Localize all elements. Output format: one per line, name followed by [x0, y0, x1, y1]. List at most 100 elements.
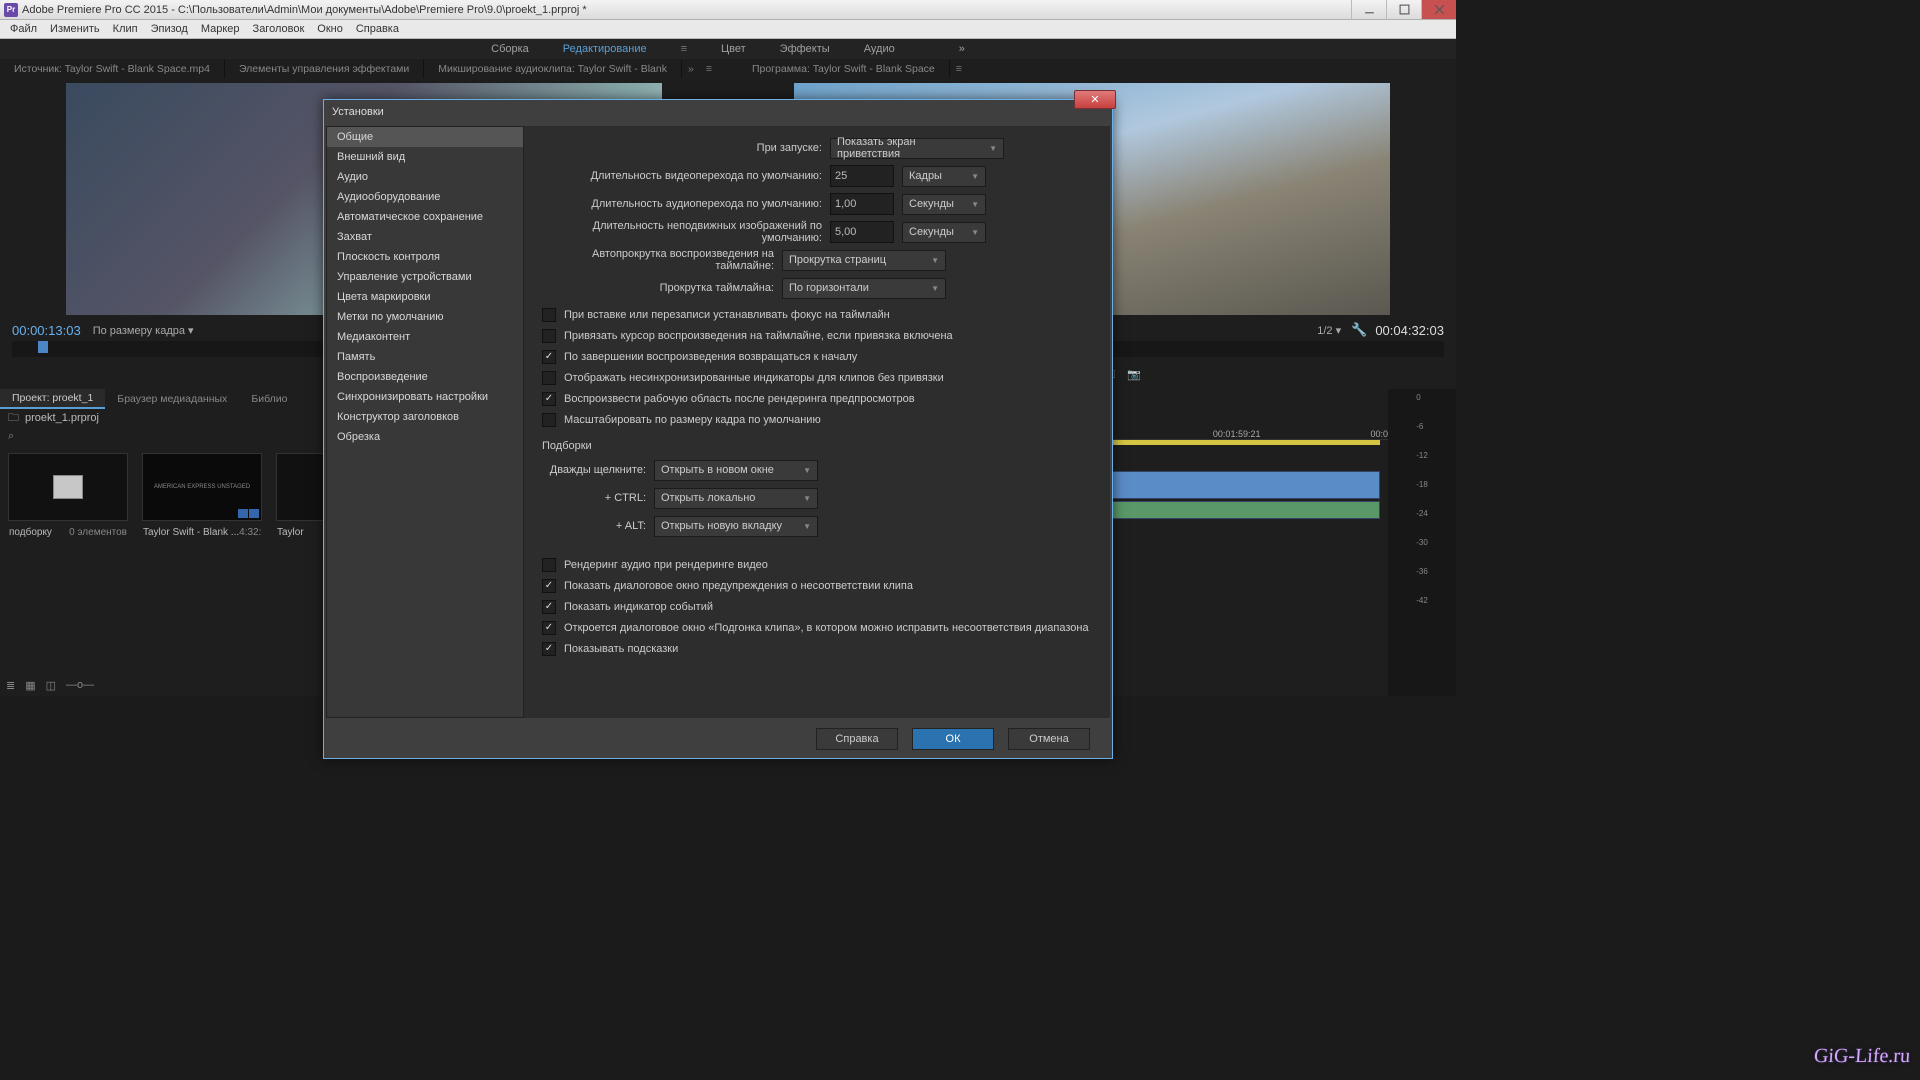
prefs-category[interactable]: Воспроизведение: [327, 367, 523, 387]
panel-menu-icon[interactable]: ≡: [956, 63, 962, 75]
video-transition-label: Длительность видеоперехода по умолчанию:: [542, 170, 830, 182]
bin-icon: 🗀: [8, 409, 19, 428]
checkbox[interactable]: [542, 308, 556, 322]
project-item[interactable]: подборку0 элементов: [8, 453, 128, 666]
checkbox[interactable]: [542, 642, 556, 656]
search-icon[interactable]: ⌕: [8, 430, 14, 443]
prefs-category[interactable]: Автоматическое сохранение: [327, 207, 523, 227]
prefs-category[interactable]: Память: [327, 347, 523, 367]
workspace-Аудио[interactable]: Аудио: [864, 43, 895, 55]
meter-tick: -6: [1416, 422, 1428, 431]
audio-transition-unit-select[interactable]: Секунды▼: [902, 194, 986, 215]
checkbox[interactable]: [542, 413, 556, 427]
ok-button[interactable]: ОК: [912, 728, 994, 750]
workspace-Сборка[interactable]: Сборка: [491, 43, 529, 55]
bins-doubleclick-select[interactable]: Открыть в новом окне▼: [654, 460, 818, 481]
checkbox[interactable]: [542, 329, 556, 343]
project-tab[interactable]: Проект: proekt_1: [0, 389, 105, 409]
cancel-button[interactable]: Отмена: [1008, 728, 1090, 750]
workspace-menu-icon[interactable]: ≡: [681, 43, 687, 55]
prefs-category[interactable]: Синхронизировать настройки: [327, 387, 523, 407]
wrench-icon[interactable]: 🔧: [1351, 322, 1367, 338]
autoscroll-label: Автопрокрутка воспроизведения на таймлай…: [542, 248, 782, 272]
freeform-view-icon[interactable]: ◫: [46, 679, 56, 692]
video-transition-input[interactable]: [830, 165, 894, 187]
playhead-icon[interactable]: [38, 341, 48, 353]
menu-Файл[interactable]: Файл: [5, 23, 42, 35]
app-icon: Pr: [4, 3, 18, 17]
at-launch-select[interactable]: Показать экран приветствия▼: [830, 138, 1004, 159]
prefs-category[interactable]: Управление устройствами: [327, 267, 523, 287]
project-tab[interactable]: Браузер медиаданных: [105, 390, 239, 408]
prefs-category[interactable]: Конструктор заголовков: [327, 407, 523, 427]
timeline-scroll-select[interactable]: По горизонтали▼: [782, 278, 946, 299]
minimize-button[interactable]: [1351, 0, 1386, 19]
menu-Маркер[interactable]: Маркер: [196, 23, 245, 35]
project-tab[interactable]: Библио: [239, 390, 299, 408]
checkbox-label: При вставке или перезаписи устанавливать…: [564, 309, 890, 321]
audio-clip[interactable]: [1093, 501, 1380, 519]
prefs-category[interactable]: Медиаконтент: [327, 327, 523, 347]
dialog-close-button[interactable]: ✕: [1074, 90, 1116, 109]
checkbox[interactable]: [542, 350, 556, 364]
audio-transition-input[interactable]: [830, 193, 894, 215]
icon-view-icon[interactable]: ▦: [25, 679, 35, 692]
checkbox[interactable]: [542, 371, 556, 385]
dialog-content: При запуске: Показать экран приветствия▼…: [524, 126, 1110, 718]
at-launch-label: При запуске:: [542, 142, 830, 154]
workspace-Эффекты[interactable]: Эффекты: [780, 43, 830, 55]
meter-tick: -24: [1416, 509, 1428, 518]
list-view-icon[interactable]: ≣: [6, 679, 15, 692]
workspace-Цвет[interactable]: Цвет: [721, 43, 746, 55]
prefs-category[interactable]: Аудио: [327, 167, 523, 187]
checkbox-label: Откроется диалоговое окно «Подгонка клип…: [564, 622, 1089, 634]
prefs-category[interactable]: Метки по умолчанию: [327, 307, 523, 327]
prefs-category[interactable]: Захват: [327, 227, 523, 247]
menu-Эпизод[interactable]: Эпизод: [146, 23, 193, 35]
meter-tick: -30: [1416, 538, 1428, 547]
menu-Справка[interactable]: Справка: [351, 23, 404, 35]
slider-icon[interactable]: —o—: [66, 679, 94, 691]
checkbox[interactable]: [542, 558, 556, 572]
prefs-category[interactable]: Цвета маркировки: [327, 287, 523, 307]
panel-tab[interactable]: Элементы управления эффектами: [225, 60, 424, 78]
autoscroll-select[interactable]: Прокрутка страниц▼: [782, 250, 946, 271]
checkbox[interactable]: [542, 621, 556, 635]
checkbox[interactable]: [542, 579, 556, 593]
meter-tick: 0: [1416, 393, 1428, 402]
still-duration-input[interactable]: [830, 221, 894, 243]
workspace-Редактирование[interactable]: Редактирование: [563, 43, 647, 55]
program-resolution-select[interactable]: 1/2 ▾: [1317, 324, 1341, 337]
dialog-sidebar: ОбщиеВнешний видАудиоАудиооборудованиеАв…: [326, 126, 524, 718]
checkbox[interactable]: [542, 600, 556, 614]
source-zoom-select[interactable]: По размеру кадра ▾: [93, 324, 194, 337]
prefs-category[interactable]: Плоскость контроля: [327, 247, 523, 267]
panel-tab[interactable]: Источник: Taylor Swift - Blank Space.mp4: [0, 60, 225, 78]
video-transition-unit-select[interactable]: Кадры▼: [902, 166, 986, 187]
source-timecode[interactable]: 00:00:13:03: [12, 323, 81, 338]
close-button[interactable]: [1421, 0, 1456, 19]
prefs-category[interactable]: Обрезка: [327, 427, 523, 447]
prefs-category[interactable]: Общие: [327, 127, 523, 147]
panel-tab[interactable]: Микширование аудиоклипа: Taylor Swift - …: [424, 60, 682, 78]
bins-ctrl-select[interactable]: Открыть локально▼: [654, 488, 818, 509]
menu-Окно[interactable]: Окно: [312, 23, 348, 35]
bins-alt-select[interactable]: Открыть новую вкладку▼: [654, 516, 818, 537]
tabs-more-icon[interactable]: »: [688, 63, 694, 75]
still-duration-unit-select[interactable]: Секунды▼: [902, 222, 986, 243]
panel-tab[interactable]: Программа: Taylor Swift - Blank Space: [738, 60, 950, 78]
prefs-category[interactable]: Внешний вид: [327, 147, 523, 167]
meter-tick: -12: [1416, 451, 1428, 460]
maximize-button[interactable]: [1386, 0, 1421, 19]
panel-menu-icon[interactable]: ≡: [706, 63, 712, 75]
workspace-more-icon[interactable]: »: [959, 43, 965, 55]
menu-Заголовок[interactable]: Заголовок: [248, 23, 310, 35]
menu-Изменить[interactable]: Изменить: [45, 23, 105, 35]
menu-Клип[interactable]: Клип: [108, 23, 143, 35]
help-button[interactable]: Справка: [816, 728, 898, 750]
export-frame-icon[interactable]: 📷: [1127, 368, 1141, 381]
prefs-category[interactable]: Аудиооборудование: [327, 187, 523, 207]
checkbox[interactable]: [542, 392, 556, 406]
video-clip[interactable]: [1093, 471, 1380, 499]
project-item[interactable]: AMERICAN EXPRESS UNSTAGEDTaylor Swift - …: [142, 453, 262, 666]
